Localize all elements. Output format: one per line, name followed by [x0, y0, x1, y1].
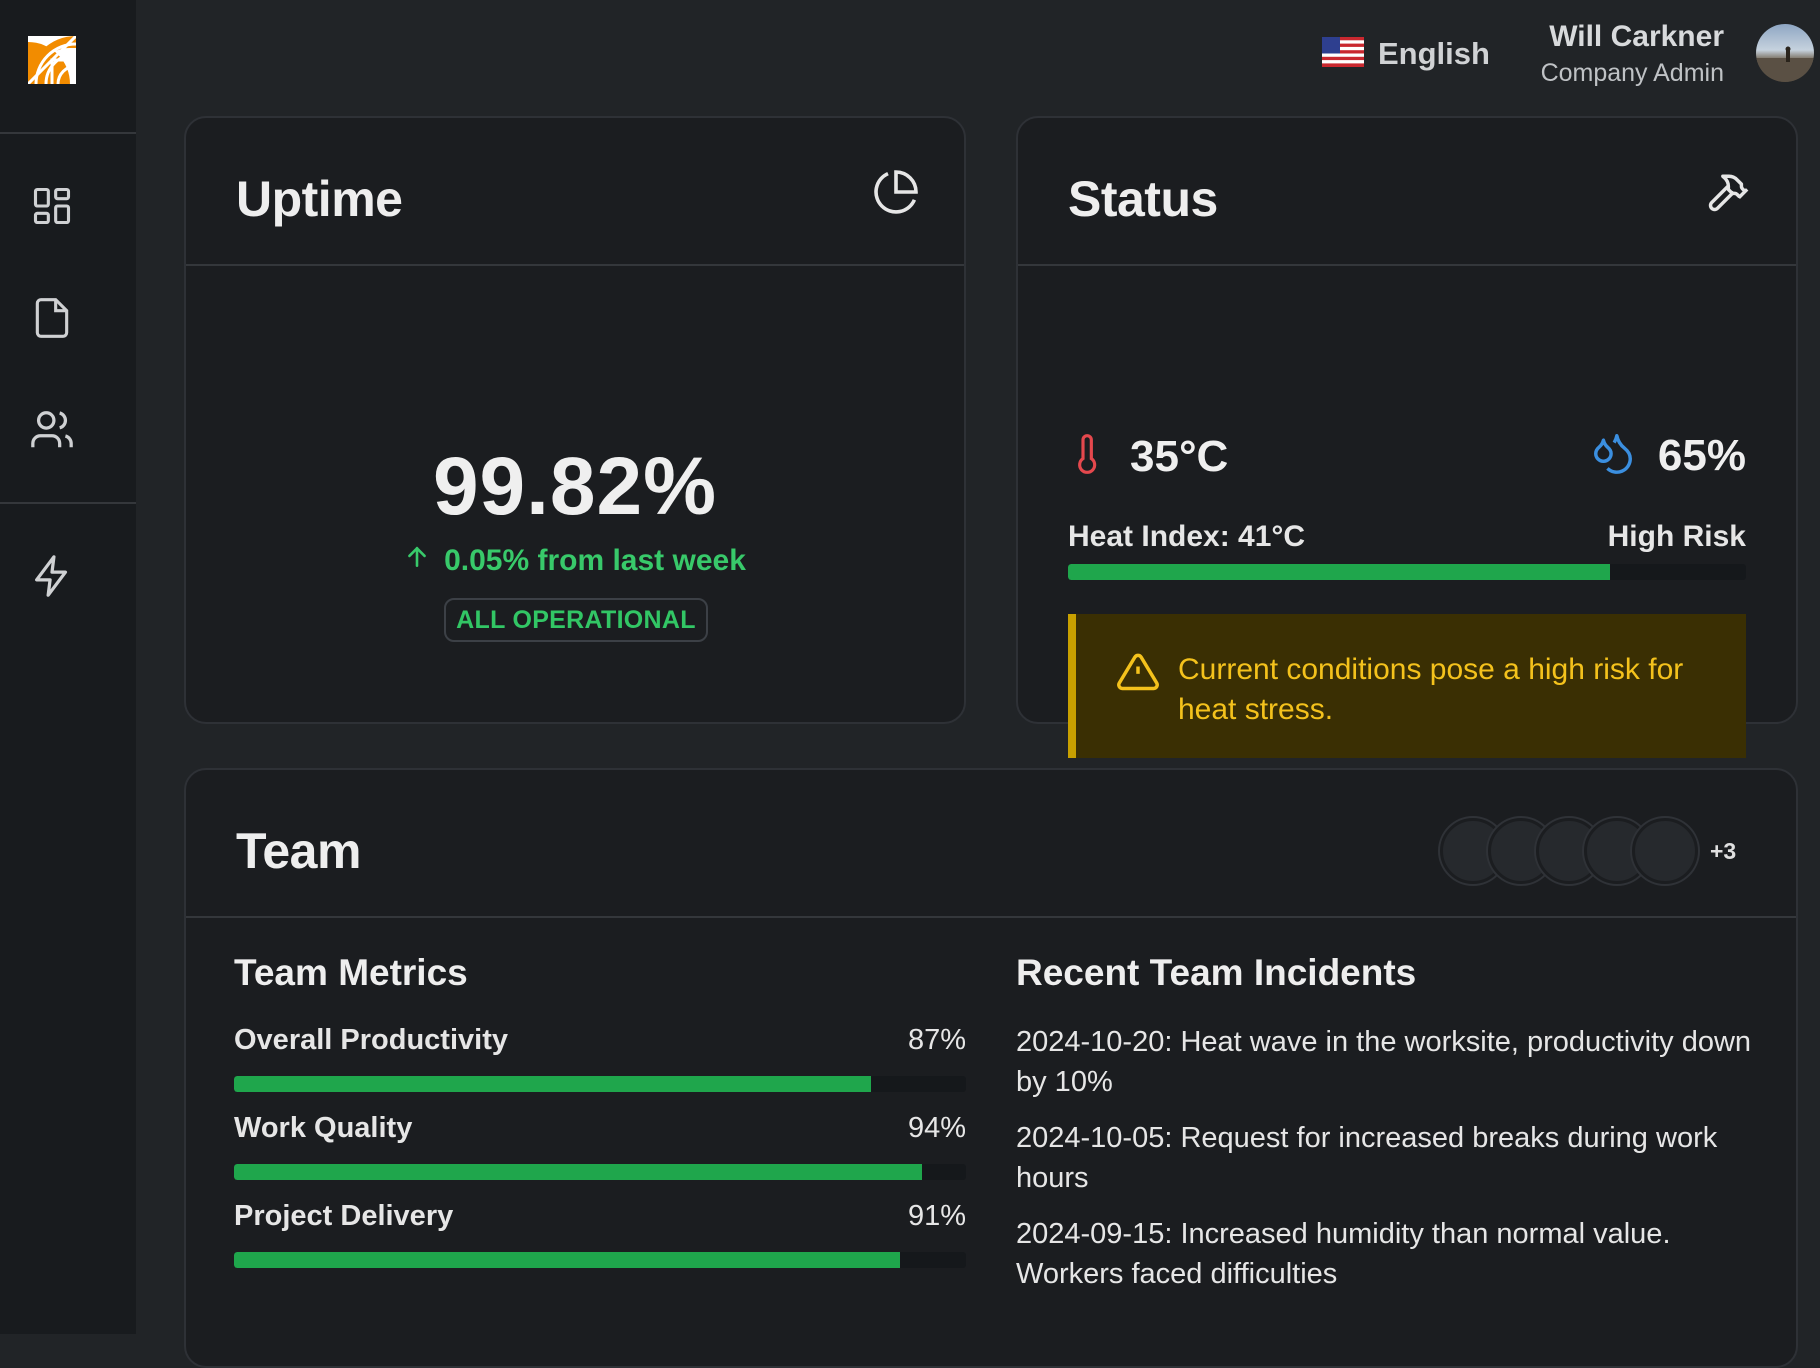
sidebar — [0, 0, 136, 1334]
thermometer-icon — [1068, 430, 1108, 483]
metric-bar-fill — [234, 1252, 901, 1268]
warning-icon — [1116, 650, 1160, 699]
team-member-avatar[interactable] — [1632, 818, 1698, 884]
lightning-icon[interactable] — [28, 552, 76, 600]
team-card-header: Team +3 — [186, 770, 1796, 918]
metric-label: Work Quality — [234, 1112, 413, 1144]
uptime-title: Uptime — [236, 171, 403, 227]
document-icon[interactable] — [28, 294, 76, 342]
heat-risk-bar — [1068, 564, 1746, 580]
user-role: Company Admin — [1540, 59, 1724, 87]
metric-bar-fill — [234, 1076, 871, 1092]
heat-risk-bar-fill — [1068, 564, 1611, 580]
risk-label: High Risk — [1607, 520, 1746, 553]
sidebar-divider — [0, 502, 136, 504]
uptime-value: 99.82% — [432, 441, 718, 532]
metric-value: 87% — [907, 1024, 966, 1056]
humidity-stat: 65% — [1590, 430, 1746, 481]
metric-value: 91% — [907, 1200, 966, 1232]
uptime-change: 0.05% from last week — [186, 544, 964, 578]
metric-bar — [234, 1076, 966, 1092]
uptime-change-text: 0.05% from last week — [444, 544, 746, 577]
team-more-count[interactable]: +3 — [1710, 838, 1736, 865]
user-name: Will Carkner — [1549, 20, 1724, 53]
heat-index-row: Heat Index: 41°C High Risk — [1068, 520, 1746, 554]
language-label: English — [1378, 36, 1490, 71]
uptime-card: Uptime 99.82% 0.05% from last week ALL O… — [184, 116, 966, 724]
user-info[interactable]: Will Carkner Company Admin — [1541, 18, 1724, 90]
status-card: Status 35°C 65% Heat Index: 41°C High Ri — [1016, 116, 1798, 758]
users-icon[interactable] — [28, 406, 76, 454]
heat-index-label: Heat Index: 41°C — [1068, 520, 1306, 553]
status-badge: ALL OPERATIONAL — [444, 598, 708, 642]
arrow-up-icon — [404, 544, 430, 578]
temperature-stat: 35°C — [1068, 430, 1228, 483]
status-title: Status — [1068, 171, 1218, 227]
language-selector[interactable]: English — [1322, 32, 1490, 76]
avatar[interactable] — [1756, 24, 1814, 82]
droplets-icon — [1590, 430, 1636, 481]
metric-bar — [234, 1252, 966, 1268]
incidents-title: Recent Team Incidents — [1016, 952, 1417, 993]
hammer-icon[interactable] — [1704, 168, 1752, 216]
metric-value: 94% — [907, 1112, 966, 1144]
sidebar-divider — [0, 132, 136, 134]
team-avatar-stack[interactable]: +3 — [1440, 818, 1736, 884]
incident-item: 2024-10-05: Request for increased breaks… — [1016, 1122, 1718, 1194]
incident-item: 2024-09-15: Increased humidity than norm… — [1016, 1218, 1671, 1290]
team-metrics-title: Team Metrics — [234, 952, 468, 993]
heat-alert-text: Current conditions pose a high risk for … — [1178, 653, 1684, 726]
humidity-value: 65% — [1657, 430, 1746, 480]
heat-alert: Current conditions pose a high risk for … — [1068, 614, 1746, 758]
uptime-card-header: Uptime — [186, 118, 964, 266]
dashboard-grid-icon[interactable] — [28, 182, 76, 230]
metric-bar — [234, 1164, 966, 1180]
pie-chart-icon[interactable] — [872, 168, 920, 216]
metric-label: Overall Productivity — [234, 1024, 508, 1056]
incident-item: 2024-10-20: Heat wave in the worksite, p… — [1016, 1026, 1752, 1098]
metric-label: Project Delivery — [234, 1200, 454, 1232]
status-card-header: Status — [1018, 118, 1796, 266]
temperature-value: 35°C — [1130, 431, 1229, 481]
app-logo[interactable] — [26, 34, 78, 86]
metric-bar-fill — [234, 1164, 923, 1180]
team-title: Team — [236, 823, 361, 879]
us-flag-icon — [1322, 36, 1364, 72]
